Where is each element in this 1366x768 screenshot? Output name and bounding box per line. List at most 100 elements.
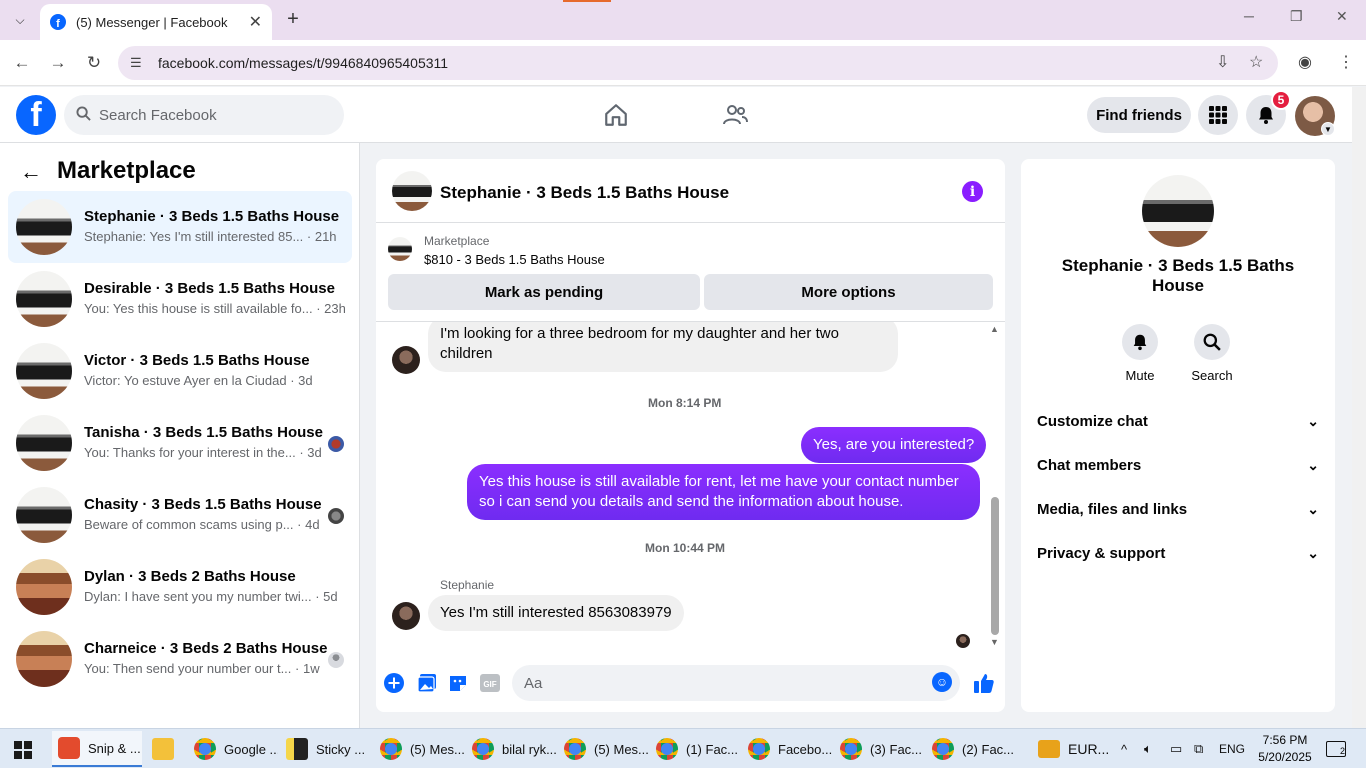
bookmark-star-icon[interactable]: ☆ (1249, 52, 1263, 72)
friends-icon[interactable] (721, 101, 749, 129)
conversation-item[interactable]: Charneice · 3 Beds 2 Baths House You: Th… (8, 623, 352, 695)
site-info-icon[interactable]: ☰ (130, 55, 148, 71)
customize-chat-section[interactable]: Customize chat ⌄ (1037, 403, 1319, 439)
back-arrow-icon[interactable]: ← (20, 159, 42, 185)
conversation-item[interactable]: Desirable · 3 Beds 1.5 Baths House You: … (8, 263, 352, 335)
contact-avatar[interactable] (1142, 175, 1214, 247)
taskbar-chrome-window[interactable]: (3) Fac... (834, 731, 924, 767)
conversation-item[interactable]: Stephanie · 3 Beds 1.5 Baths House Steph… (8, 191, 352, 263)
menu-grid-icon[interactable] (1198, 95, 1238, 135)
taskbar-file-explorer[interactable] (146, 731, 186, 767)
reload-icon[interactable]: ↻ (83, 52, 105, 74)
outgoing-message[interactable]: Yes this house is still available for re… (467, 464, 980, 520)
forward-icon[interactable]: → (47, 52, 69, 74)
message-scrollbar[interactable] (991, 497, 999, 635)
url-text: facebook.com/messages/t/9946840965405311 (158, 55, 449, 71)
taskbar-sticky-notes[interactable]: Sticky ... (280, 731, 370, 767)
chevron-down-icon[interactable]: ▼ (1321, 122, 1335, 136)
conversation-info-panel: Stephanie · 3 Beds 1.5 Baths House Mute … (1021, 159, 1335, 712)
currency-widget[interactable]: EUR... (1038, 729, 1109, 768)
section-label: Chat members (1037, 456, 1142, 474)
facebook-header: f Search Facebook Find friends 5 ▼ (0, 87, 1352, 143)
emoji-icon[interactable]: ☺ (932, 672, 952, 692)
language-indicator[interactable]: ENG (1219, 729, 1245, 768)
minimize-icon[interactable]: ─ (1244, 8, 1254, 24)
incoming-message[interactable]: I'm looking for a three bedroom for my d… (428, 322, 898, 372)
sender-avatar[interactable] (392, 346, 420, 374)
close-window-icon[interactable]: ✕ (1336, 8, 1348, 25)
address-bar-row: ← → ↻ ☰ facebook.com/messages/t/99468409… (0, 40, 1366, 86)
chat-members-section[interactable]: Chat members ⌄ (1037, 447, 1319, 483)
taskbar-label: (1) Fac... (686, 741, 739, 757)
conversation-item[interactable]: Victor · 3 Beds 1.5 Baths House Victor: … (8, 335, 352, 407)
section-label: Privacy & support (1037, 544, 1166, 562)
notification-center-icon[interactable]: 2 (1326, 741, 1346, 757)
search-in-chat-button[interactable]: Search (1182, 324, 1242, 383)
windows-start-icon[interactable] (14, 741, 32, 759)
photo-icon[interactable] (416, 672, 438, 694)
taskbar-chrome-window[interactable]: (5) Mes... (558, 731, 648, 767)
conversation-item[interactable]: Dylan · 3 Beds 2 Baths House Dylan: I ha… (8, 551, 352, 623)
taskbar-chrome[interactable]: Google ... (188, 731, 278, 767)
taskbar-label: (3) Fac... (870, 741, 923, 757)
tab-close-icon[interactable]: ✕ (249, 12, 262, 32)
conversation-name: Dylan · 3 Beds 2 Baths House (84, 568, 296, 585)
browser-tab[interactable]: f (5) Messenger | Facebook ✕ (40, 4, 272, 40)
display-icon[interactable]: ⧉ (1194, 729, 1203, 768)
message-list[interactable]: I'm looking for a three bedroom for my d… (376, 322, 1005, 652)
plus-icon[interactable] (383, 672, 405, 694)
notification-badge: 5 (1271, 90, 1291, 110)
svg-text:GIF: GIF (483, 680, 496, 689)
battery-icon[interactable]: ▭ (1170, 729, 1182, 768)
taskbar-chrome-window[interactable]: (2) Fac... (926, 731, 1016, 767)
find-friends-button[interactable]: Find friends (1087, 97, 1191, 133)
message-input[interactable]: Aa (512, 665, 960, 701)
browser-menu-icon[interactable]: ⋮ (1338, 52, 1354, 72)
like-thumb-icon[interactable] (972, 671, 996, 695)
privacy-support-section[interactable]: Privacy & support ⌄ (1037, 535, 1319, 571)
restore-icon[interactable]: ❐ (1290, 8, 1303, 25)
taskbar-chrome-window[interactable]: (5) Mes... (374, 731, 464, 767)
profile-icon[interactable]: ◉ (1298, 52, 1312, 72)
mark-as-pending-button[interactable]: Mark as pending (388, 274, 700, 310)
search-facebook-input[interactable]: Search Facebook (64, 95, 344, 135)
chevron-down-icon: ⌄ (1307, 456, 1319, 473)
url-field[interactable]: ☰ facebook.com/messages/t/99468409654053… (118, 46, 1278, 80)
back-icon[interactable]: ← (11, 52, 33, 74)
taskbar-label: (2) Fac... (962, 741, 1015, 757)
chat-title[interactable]: Stephanie · 3 Beds 1.5 Baths House (440, 183, 729, 203)
chat-avatar[interactable] (392, 171, 432, 211)
media-files-links-section[interactable]: Media, files and links ⌄ (1037, 491, 1319, 527)
conversation-item[interactable]: Tanisha · 3 Beds 1.5 Baths House You: Th… (8, 407, 352, 479)
more-options-button[interactable]: More options (704, 274, 993, 310)
facebook-logo-icon[interactable]: f (16, 95, 56, 135)
scroll-up-icon[interactable]: ▲ (990, 324, 999, 334)
chrome-icon (194, 738, 216, 760)
taskbar-chrome-window[interactable]: Facebo... (742, 731, 832, 767)
tab-search-menu-button[interactable]: ⌵ (8, 8, 32, 32)
system-clock[interactable]: 7:56 PM 5/20/2025 (1250, 732, 1320, 766)
page-scrollbar[interactable] (1352, 87, 1366, 728)
taskbar-label: Facebo... (778, 741, 832, 757)
conversation-preview: You: Thanks for your interest in the... … (84, 445, 322, 460)
outgoing-message[interactable]: Yes, are you interested? (801, 427, 987, 463)
taskbar-chrome-window[interactable]: bilal ryk... (466, 731, 556, 767)
incoming-message[interactable]: Yes I'm still interested 8563083979 (428, 595, 684, 631)
taskbar-chrome-window[interactable]: (1) Fac... (650, 731, 740, 767)
home-icon[interactable] (602, 101, 630, 129)
scroll-down-icon[interactable]: ▼ (990, 637, 999, 647)
info-icon[interactable]: i (962, 181, 983, 202)
taskbar-snip-tool[interactable]: Snip & ... (52, 731, 142, 767)
new-tab-button[interactable]: + (282, 8, 304, 30)
conversation-item[interactable]: Chasity · 3 Beds 1.5 Baths House Beware … (8, 479, 352, 551)
install-app-icon[interactable]: ⇩ (1216, 52, 1229, 72)
chevron-up-icon[interactable]: ^ (1121, 729, 1127, 768)
listing-title[interactable]: $810 - 3 Beds 1.5 Baths House (424, 252, 605, 267)
mute-button[interactable]: Mute (1110, 324, 1170, 383)
sticker-icon[interactable] (447, 672, 469, 694)
sender-avatar[interactable] (392, 602, 420, 630)
speaker-icon[interactable]: 🔈︎ (1144, 729, 1152, 768)
gif-icon[interactable]: GIF (479, 672, 501, 694)
notification-count: 2 (1339, 746, 1345, 756)
message-timestamp: Mon 8:14 PM (648, 396, 722, 410)
